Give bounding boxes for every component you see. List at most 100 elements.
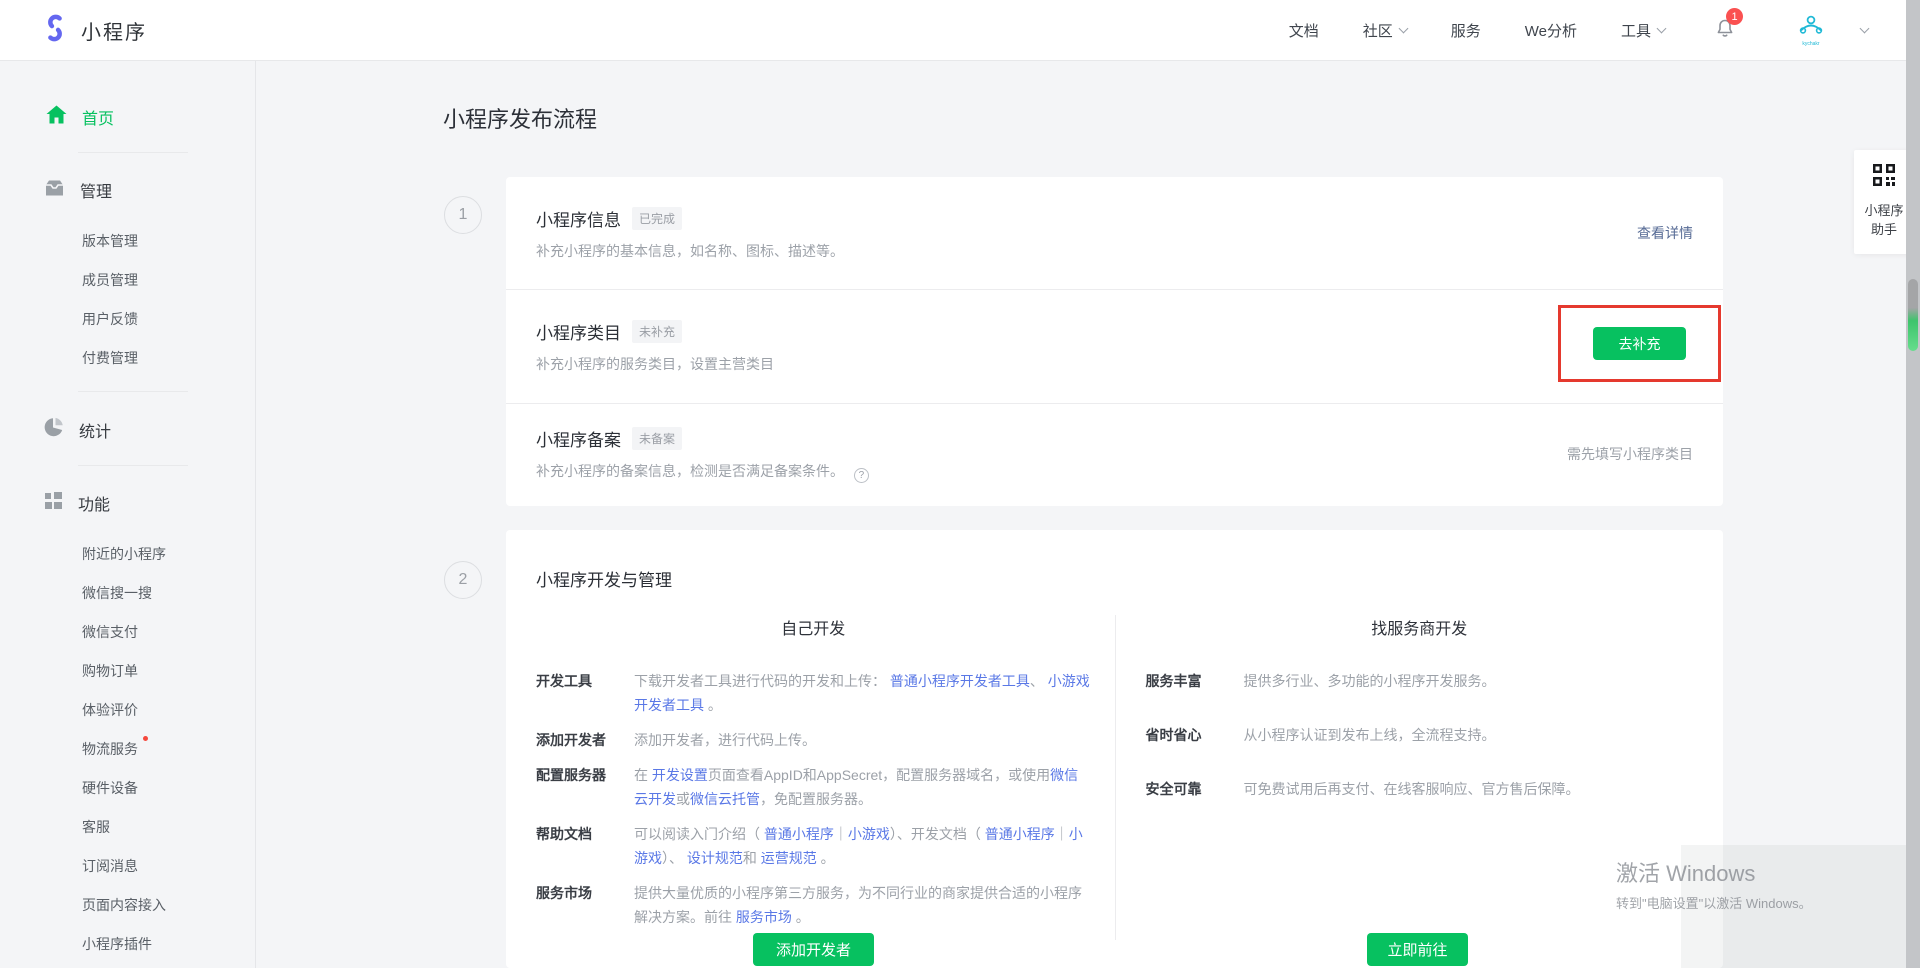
account-avatar[interactable]: kychakr [1791,14,1831,47]
inline-text: 页面查看AppID和AppSecret，配置服务器域名，或使用 [708,767,1050,783]
view-details-link[interactable]: 查看详情 [1637,223,1693,243]
pie-chart-icon [44,417,64,442]
inline-text: 。 [704,697,722,713]
inline-link[interactable]: 开发设置 [652,767,708,783]
brand-name: 小程序 [81,16,147,45]
inline-text: 提供大量优质的小程序第三方服务，为不同行业的商家提供合适的小程序解决方案。前往 [634,885,1082,925]
nav-tools-label: 工具 [1621,20,1651,41]
dev-row-label: 开发工具 [536,669,634,717]
sidebar-divider [78,465,188,466]
sidebar-item-subscription-messages[interactable]: 订阅消息 [82,856,138,876]
brand-logo[interactable]: 小程序 [40,13,147,48]
sidebar-item-payment-management[interactable]: 付费管理 [82,348,138,368]
inline-text: 。 [817,850,835,866]
dev-row-label: 安全可靠 [1146,777,1244,801]
mini-program-assistant-widget[interactable]: 小程序 助手 [1854,150,1914,254]
sidebar-item-customer-service[interactable]: 客服 [82,817,110,837]
go-now-button[interactable]: 立即前往 [1367,933,1468,966]
inline-text: ，免配置服务器。 [760,791,872,807]
row-title: 小程序信息 [536,206,621,231]
inline-link[interactable]: 普通小程序开发者工具 [890,673,1030,689]
inline-text: 添加开发者，进行代码上传。 [634,732,816,748]
nav-tools[interactable]: 工具 [1621,20,1665,41]
sidebar-section-manage[interactable]: 管理 [44,178,255,202]
sidebar-item-page-content-access[interactable]: 页面内容接入 [82,895,166,915]
sidebar-item-logistics-service[interactable]: 物流服务 [82,739,138,759]
inline-link[interactable]: 服务市场 [736,909,792,925]
dev-row-text: 添加开发者，进行代码上传。 [634,728,1091,752]
inline-text: ｜ [1055,826,1069,842]
help-icon[interactable]: ? [854,468,869,483]
sidebar-item-mini-program-plugins[interactable]: 小程序插件 [82,934,152,954]
sidebar-item-home[interactable]: 首页 [46,105,255,129]
inline-text: 在 [634,767,652,783]
inline-text: ｜ [834,826,848,842]
sidebar-item-version-management[interactable]: 版本管理 [82,231,138,251]
outsource-column: 找服务商开发 服务丰富 提供多行业、多功能的小程序开发服务。 省时省心 从小程序… [1115,615,1724,940]
publish-steps-card: 小程序信息 已完成 补充小程序的基本信息，如名称、图标、描述等。 查看详情 小程… [506,177,1723,506]
row-title: 小程序备案 [536,426,621,451]
notification-bell-button[interactable]: 1 [1713,16,1737,44]
nav-docs[interactable]: 文档 [1289,20,1319,41]
sidebar-logistics-label: 物流服务 [82,741,138,757]
card2-title: 小程序开发与管理 [536,566,672,591]
sidebar-item-wechat-pay[interactable]: 微信支付 [82,622,138,642]
row-title: 小程序类目 [536,319,621,344]
sidebar-item-member-management[interactable]: 成员管理 [82,270,138,290]
inline-text: 从小程序认证到发布上线，全流程支持。 [1244,727,1496,743]
dev-row-label: 帮助文档 [536,822,634,870]
nav-community[interactable]: 社区 [1363,20,1407,41]
sidebar-item-user-feedback[interactable]: 用户反馈 [82,309,138,329]
inline-text: 和 [743,850,761,866]
new-indicator-dot [143,736,148,741]
inline-link[interactable]: 普通小程序 [985,826,1055,842]
row-description-text: 补充小程序的备案信息，检测是否满足备案条件。 [536,463,844,479]
watermark-shade [1681,845,1906,968]
dev-row-label: 服务市场 [536,881,634,929]
sidebar-item-shopping-orders[interactable]: 购物订单 [82,661,138,681]
inline-link[interactable]: 小游戏 [848,826,890,842]
top-header: 小程序 文档 社区 服务 We分析 工具 [0,0,1920,61]
inline-text: 。 [792,909,810,925]
sidebar-item-nearby-mini-programs[interactable]: 附近的小程序 [82,544,166,564]
nav-we-analytics[interactable]: We分析 [1525,20,1577,41]
sidebar-item-wechat-search[interactable]: 微信搜一搜 [82,583,152,603]
sidebar-section-features[interactable]: 功能 [44,491,255,515]
inline-link[interactable]: 微信云托管 [690,791,760,807]
inline-link[interactable]: 运营规范 [761,850,817,866]
notification-badge: 1 [1726,8,1743,25]
sidebar-item-hardware-devices[interactable]: 硬件设备 [82,778,138,798]
vertical-scrollbar[interactable] [1906,0,1920,968]
sidebar-manage-label: 管理 [80,178,112,202]
nav-services-label: 服务 [1451,20,1481,41]
development-management-card: 小程序开发与管理 自己开发 开发工具 下载开发者工具进行代码的开发和上传： 普通… [506,530,1723,968]
sidebar: 首页 管理 版本管理 成员管理 用户反馈 付费管理 统计 [0,61,256,968]
step-row-mini-program-category: 小程序类目 未补充 补充小程序的服务类目，设置主营类目 [506,290,1723,404]
self-develop-header: 自己开发 [536,615,1091,639]
status-badge: 未补充 [632,320,682,343]
outsource-row-safe-reliable: 安全可靠 可免费试用后再支付、在线客服响应、官方售后保障。 [1146,777,1694,801]
scrollbar-thumb[interactable] [1908,279,1918,351]
dev-row-text: 从小程序认证到发布上线，全流程支持。 [1244,723,1694,747]
row-description: 补充小程序的备案信息，检测是否满足备案条件。 ? [536,461,869,483]
home-icon [46,105,67,129]
sidebar-section-statistics[interactable]: 统计 [44,417,255,442]
inline-link[interactable]: 设计规范 [687,850,743,866]
dev-row-configure-server: 配置服务器 在 开发设置页面查看AppID和AppSecret，配置服务器域名，… [536,763,1091,811]
dev-row-label: 服务丰富 [1146,669,1244,693]
nav-services[interactable]: 服务 [1451,20,1481,41]
add-developer-button[interactable]: 添加开发者 [753,933,874,966]
dev-row-text: 在 开发设置页面查看AppID和AppSecret，配置服务器域名，或使用微信云… [634,763,1091,811]
bell-icon [1713,27,1737,44]
nav-community-label: 社区 [1363,20,1393,41]
inline-link[interactable]: 普通小程序 [764,826,834,842]
dev-row-label: 配置服务器 [536,763,634,811]
status-badge: 未备案 [632,427,682,450]
sidebar-item-experience-rating[interactable]: 体验评价 [82,700,138,720]
account-logo-icon [1798,14,1824,40]
dev-row-text: 下载开发者工具进行代码的开发和上传： 普通小程序开发者工具、 小游戏开发者工具 … [634,669,1091,717]
sidebar-features-label: 功能 [78,491,110,515]
fill-category-button[interactable]: 去补充 [1593,327,1686,360]
chevron-down-icon [1398,23,1408,33]
account-chevron-down-icon[interactable] [1860,23,1870,33]
